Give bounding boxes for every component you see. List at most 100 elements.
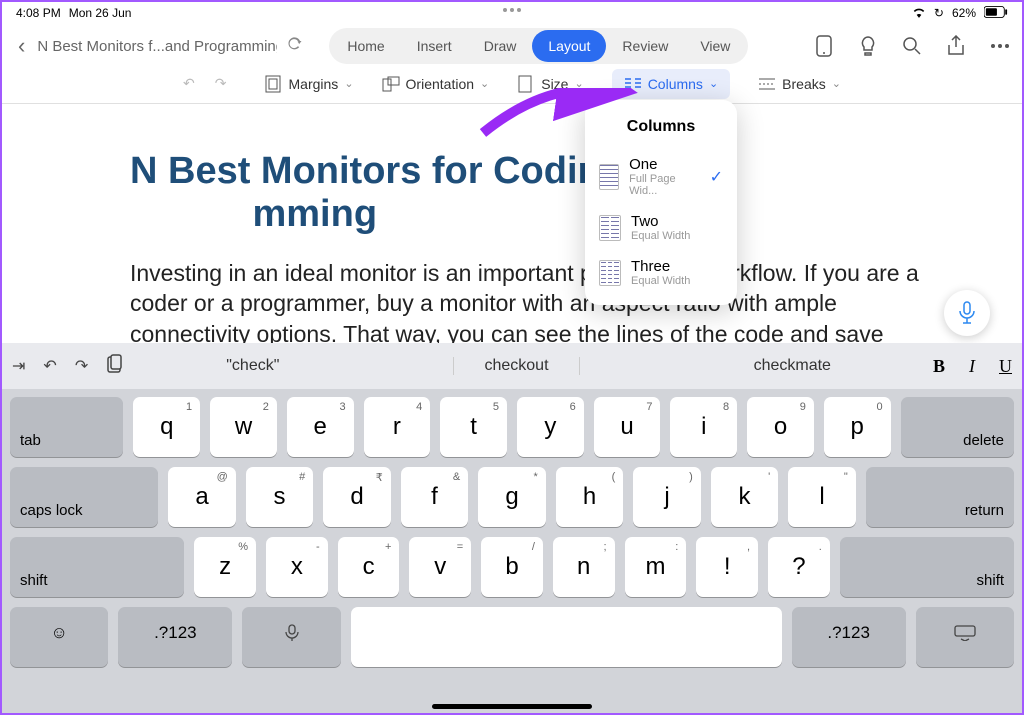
key-u[interactable]: 7u: [594, 397, 661, 457]
size-label: Size: [541, 76, 568, 92]
suggestion-3[interactable]: checkmate: [724, 357, 861, 375]
key-n[interactable]: ;n: [553, 537, 615, 597]
key-w[interactable]: 2w: [210, 397, 277, 457]
tab-layout[interactable]: Layout: [532, 30, 606, 62]
document-heading[interactable]: N Best Monitors for Coding and Programmi…: [130, 150, 926, 236]
option-sublabel: Equal Width: [631, 275, 690, 287]
key-o[interactable]: 9o: [747, 397, 814, 457]
status-bar: 4:08 PM Mon 26 Jun ↻ 62%: [2, 2, 1022, 24]
option-label: One: [629, 156, 699, 173]
redo-icon[interactable]: ↷: [215, 75, 227, 92]
document-canvas[interactable]: N Best Monitors for Coding and Programmi…: [2, 104, 1022, 379]
tab-home[interactable]: Home: [331, 30, 400, 62]
key-delete[interactable]: delete: [901, 397, 1014, 457]
underline-button[interactable]: U: [999, 356, 1012, 377]
tab-insert[interactable]: Insert: [401, 30, 468, 62]
option-label: Two: [631, 213, 690, 230]
key-q[interactable]: 1q: [133, 397, 200, 457]
sync-icon[interactable]: [285, 35, 303, 58]
key-hide-keyboard[interactable]: [916, 607, 1014, 667]
key-m[interactable]: :m: [625, 537, 687, 597]
columns-option-one[interactable]: One Full Page Wid... ✓: [585, 148, 737, 205]
key-p[interactable]: 0p: [824, 397, 891, 457]
tab-draw[interactable]: Draw: [468, 30, 533, 62]
option-sublabel: Full Page Wid...: [629, 173, 699, 197]
key-z[interactable]: %z: [194, 537, 256, 597]
multitask-indicator[interactable]: [503, 8, 521, 12]
suggestion-1[interactable]: "check": [196, 357, 309, 375]
kb-undo-icon[interactable]: ↶: [43, 356, 56, 376]
mobile-view-icon[interactable]: [814, 36, 834, 56]
key-v[interactable]: =v: [409, 537, 471, 597]
key-return[interactable]: return: [866, 467, 1014, 527]
key-c[interactable]: +c: [338, 537, 400, 597]
key-r[interactable]: 4r: [364, 397, 431, 457]
key-s[interactable]: #s: [246, 467, 314, 527]
key-x[interactable]: -x: [266, 537, 328, 597]
margins-label: Margins: [289, 76, 339, 92]
app-header: ‹ N Best Monitors f...and Programming Ho…: [2, 24, 1022, 68]
bold-button[interactable]: B: [933, 356, 945, 377]
more-icon[interactable]: [990, 36, 1010, 56]
key-tab[interactable]: tab: [10, 397, 123, 457]
key-i[interactable]: 8i: [670, 397, 737, 457]
breaks-button[interactable]: Breaks⌄: [758, 75, 841, 93]
undo-icon[interactable]: ↶: [183, 75, 195, 92]
home-indicator[interactable]: [432, 704, 592, 709]
columns-three-icon: [599, 260, 621, 286]
key-k[interactable]: 'k: [711, 467, 779, 527]
key-g[interactable]: *g: [478, 467, 546, 527]
key-shift-right[interactable]: shift: [840, 537, 1014, 597]
key-numeric-left[interactable]: .?123: [118, 607, 232, 667]
key-numeric-right[interactable]: .?123: [792, 607, 906, 667]
on-screen-keyboard: ⇥ ↶ ↷ "check" checkout checkmate B I U t…: [2, 343, 1022, 713]
search-icon[interactable]: [902, 36, 922, 56]
tab-review[interactable]: Review: [606, 30, 684, 62]
key-caps[interactable]: caps lock: [10, 467, 158, 527]
key-f[interactable]: &f: [401, 467, 469, 527]
key-e[interactable]: 3e: [287, 397, 354, 457]
key-d[interactable]: ₹d: [323, 467, 391, 527]
key-l[interactable]: "l: [788, 467, 856, 527]
key-a[interactable]: @a: [168, 467, 236, 527]
columns-label: Columns: [648, 76, 703, 92]
tab-view[interactable]: View: [684, 30, 746, 62]
battery-percent: 62%: [952, 6, 976, 20]
share-icon[interactable]: [946, 36, 966, 56]
lightbulb-icon[interactable]: [858, 36, 878, 56]
document-title[interactable]: N Best Monitors f...and Programming: [37, 38, 277, 55]
key-row-3: shift %z -x +c =v /b ;n :m ,! .? shift: [10, 537, 1014, 597]
key-t[interactable]: 5t: [440, 397, 507, 457]
back-button[interactable]: ‹: [14, 33, 29, 59]
columns-option-two[interactable]: Two Equal Width: [585, 205, 737, 250]
indent-icon[interactable]: ⇥: [12, 356, 25, 376]
key-dictate[interactable]: [242, 607, 340, 667]
key-b[interactable]: /b: [481, 537, 543, 597]
key-emoji[interactable]: ☺: [10, 607, 108, 667]
columns-two-icon: [599, 215, 621, 241]
size-button[interactable]: Size⌄: [517, 75, 583, 93]
key-h[interactable]: (h: [556, 467, 624, 527]
key-question[interactable]: .?: [768, 537, 830, 597]
key-j[interactable]: )j: [633, 467, 701, 527]
kb-redo-icon[interactable]: ↷: [75, 356, 88, 376]
battery-icon: [984, 6, 1008, 21]
italic-button[interactable]: I: [969, 356, 975, 377]
margins-button[interactable]: Margins⌄: [265, 75, 354, 93]
clipboard-icon[interactable]: [106, 354, 124, 379]
dictation-button[interactable]: [944, 290, 990, 336]
columns-option-three[interactable]: Three Equal Width: [585, 250, 737, 295]
key-space[interactable]: [351, 607, 782, 667]
option-label: Three: [631, 258, 690, 275]
orientation-button[interactable]: Orientation⌄: [382, 75, 490, 93]
key-exclaim[interactable]: ,!: [696, 537, 758, 597]
key-shift-left[interactable]: shift: [10, 537, 184, 597]
columns-icon: [624, 75, 642, 93]
popover-title: Columns: [585, 110, 737, 148]
key-row-1: tab 1q 2w 3e 4r 5t 6y 7u 8i 9o 0p delete: [10, 397, 1014, 457]
key-y[interactable]: 6y: [517, 397, 584, 457]
suggestion-2[interactable]: checkout: [453, 357, 579, 375]
columns-button[interactable]: Columns⌄: [612, 69, 730, 99]
breaks-label: Breaks: [782, 76, 826, 92]
orientation-label: Orientation: [406, 76, 474, 92]
